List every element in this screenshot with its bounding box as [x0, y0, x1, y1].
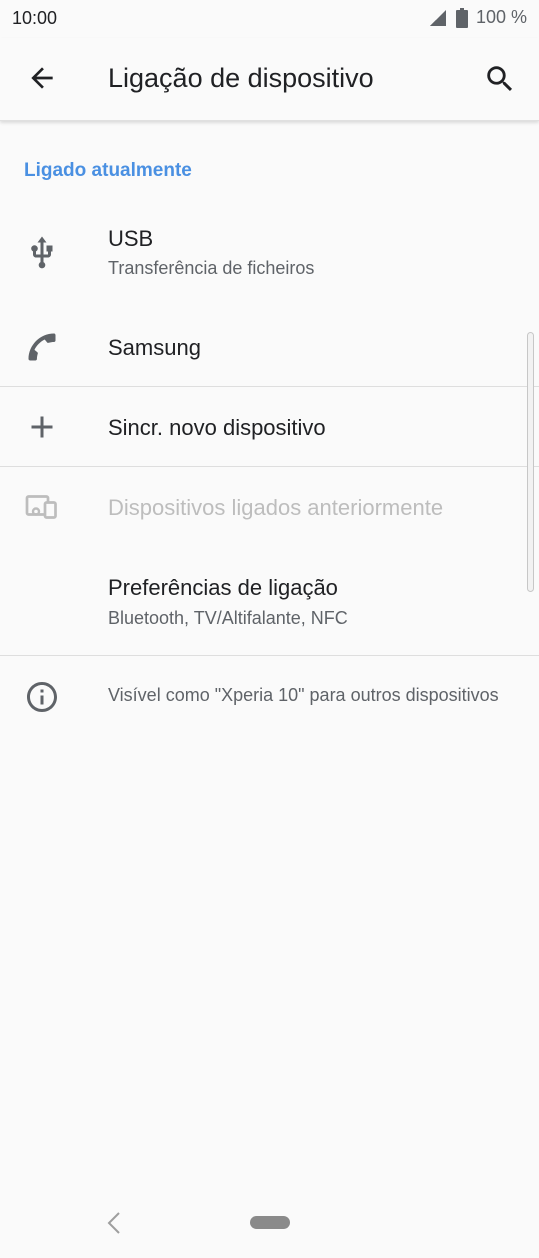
- battery-icon: [455, 7, 468, 28]
- page-title: Ligação de dispositivo: [108, 63, 374, 93]
- connection-preferences-title: Preferências de ligação: [108, 575, 338, 600]
- plus-icon: [24, 409, 60, 445]
- list-item-previously-connected: Dispositivos ligados anteriormente: [0, 467, 539, 546]
- devices-icon: [24, 489, 60, 525]
- usb-title: USB: [108, 226, 154, 251]
- section-header: Ligado atualmente: [24, 160, 192, 181]
- list-item-usb[interactable]: USB Transferência de ficheiros: [0, 205, 539, 307]
- nav-home-button[interactable]: [250, 1216, 290, 1229]
- phone-icon: [24, 329, 60, 365]
- back-arrow-icon[interactable]: [26, 62, 58, 94]
- status-bar: 10:00 100 %: [0, 0, 539, 38]
- visibility-info-text: Visível como "Xperia 10" para outros dis…: [108, 685, 499, 705]
- nav-back-icon[interactable]: [104, 1210, 124, 1236]
- status-indicators: 100 %: [428, 7, 527, 28]
- list-item-connection-preferences[interactable]: Preferências de ligação Bluetooth, TV/Al…: [0, 555, 539, 655]
- list-item-samsung[interactable]: Samsung: [0, 307, 539, 386]
- search-icon[interactable]: [483, 62, 517, 96]
- signal-icon: [428, 9, 448, 27]
- status-time: 10:00: [12, 8, 58, 28]
- usb-subtitle: Transferência de ficheiros: [108, 258, 315, 278]
- samsung-title: Samsung: [108, 335, 201, 360]
- previously-connected-title: Dispositivos ligados anteriormente: [108, 495, 444, 520]
- battery-percentage: 100 %: [475, 7, 527, 27]
- pair-new-device-title: Sincr. novo dispositivo: [108, 415, 326, 440]
- connection-preferences-subtitle: Bluetooth, TV/Altifalante, NFC: [108, 608, 348, 628]
- list-item-pair-new-device[interactable]: Sincr. novo dispositivo: [0, 387, 539, 466]
- navigation-bar: [0, 1186, 539, 1258]
- usb-icon: [24, 235, 60, 271]
- app-bar: Ligação de dispositivo: [0, 38, 539, 121]
- scrollbar[interactable]: [527, 332, 534, 592]
- info-icon: [24, 679, 60, 715]
